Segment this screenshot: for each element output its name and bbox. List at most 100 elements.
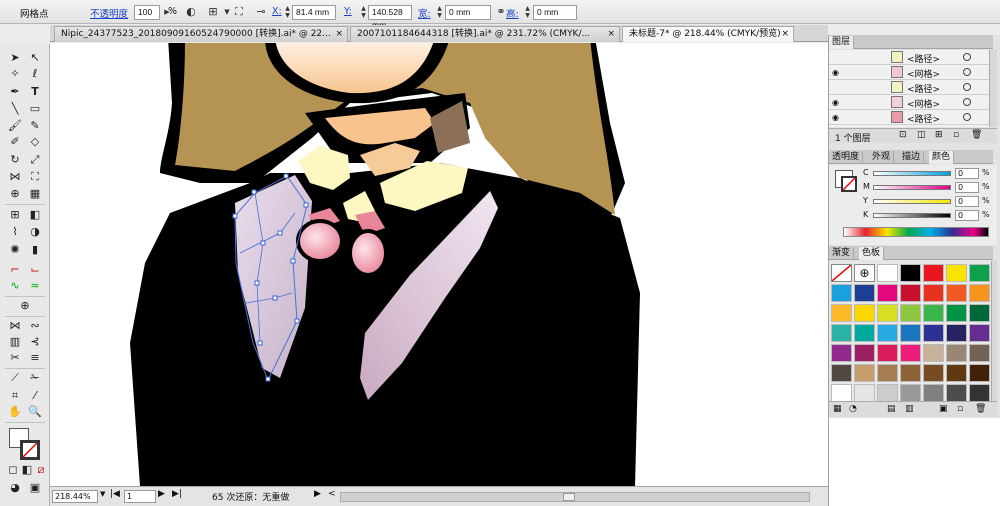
color-swatch[interactable] xyxy=(900,284,921,302)
color-swatch[interactable] xyxy=(854,344,875,362)
color-swatch[interactable] xyxy=(854,304,875,322)
none-swatch[interactable] xyxy=(831,264,852,282)
artboard-tool-icon[interactable]: ⌐ xyxy=(6,262,24,278)
new-swatch-icon[interactable]: ▫ xyxy=(957,404,963,414)
zoom-field[interactable]: 218.44% xyxy=(52,490,98,503)
scroll-left-icon[interactable]: < xyxy=(328,489,336,499)
color-swatch[interactable] xyxy=(946,284,967,302)
color-swatch[interactable] xyxy=(831,344,852,362)
x-spinner-icon[interactable]: ▲ ▼ xyxy=(284,5,291,20)
blend-tool-icon[interactable]: ◑ xyxy=(26,224,44,240)
close-icon[interactable]: × xyxy=(781,27,789,42)
perspective-grid-icon[interactable]: ▦ xyxy=(26,186,44,202)
color-swatch[interactable] xyxy=(877,384,898,402)
layer-row[interactable]: <路径> xyxy=(829,50,989,65)
color-swatch[interactable] xyxy=(877,284,898,302)
color-swatch[interactable] xyxy=(969,324,990,342)
draw-mode-icon[interactable]: ◕ xyxy=(6,480,24,496)
hand-curve-icon[interactable]: ∿ xyxy=(6,278,24,294)
column-graph-icon[interactable]: ▥ xyxy=(6,334,24,350)
new-layer-icon[interactable]: ▫ xyxy=(953,130,959,140)
magenta-input[interactable]: 0 xyxy=(955,182,979,193)
rotate-tool-icon[interactable]: ↻ xyxy=(6,152,24,168)
rectangle-tool-icon[interactable]: ▭ xyxy=(26,101,44,117)
tab-document-2[interactable]: 20071011846443​18 [转换].ai* @ 231.72% (CM… xyxy=(350,26,620,42)
color-swatch[interactable] xyxy=(877,324,898,342)
clipping-mask-icon[interactable]: ◫ xyxy=(917,130,926,140)
graph-tool-icon[interactable]: ▮ xyxy=(26,242,44,258)
color-spectrum[interactable] xyxy=(843,227,989,237)
tab-stroke[interactable]: 描边 xyxy=(899,151,925,164)
width-spinner-icon[interactable]: ▲ ▼ xyxy=(436,5,443,20)
color-swatch[interactable] xyxy=(923,304,944,322)
color-swatch[interactable] xyxy=(923,324,944,342)
measure-tool-icon[interactable]: ⟋ xyxy=(6,370,24,386)
artboard-field[interactable]: 1 xyxy=(124,490,156,503)
mesh-tool-icon[interactable]: ⊞ xyxy=(6,207,24,223)
close-icon[interactable]: × xyxy=(335,27,343,42)
tab-gradient[interactable]: 渐变 xyxy=(829,247,855,260)
color-swatch[interactable] xyxy=(923,284,944,302)
knife-tool-icon[interactable]: ✂ xyxy=(6,350,24,366)
layer-row[interactable]: ◉ <路径> xyxy=(829,110,989,125)
color-swatch[interactable] xyxy=(877,364,898,382)
show-kinds-icon[interactable]: ◔ xyxy=(849,404,857,414)
color-group-icon[interactable]: ▥ xyxy=(905,404,914,414)
color-swatch[interactable] xyxy=(969,304,990,322)
color-swatch[interactable] xyxy=(854,384,875,402)
tab-layers[interactable]: 图层 xyxy=(829,36,855,49)
tab-swatches[interactable]: 色板 xyxy=(859,247,885,260)
delete-layer-icon[interactable]: 🗑 xyxy=(971,130,982,140)
tab-color[interactable]: 颜色 xyxy=(929,151,955,164)
tab-transparency[interactable]: 透明度 xyxy=(829,151,864,164)
free-transform-icon[interactable]: ⛶ xyxy=(26,169,44,185)
anchor-convert-icon[interactable]: ⊸ xyxy=(254,5,268,19)
paintbrush-icon[interactable]: 🖌 xyxy=(6,118,24,134)
screen-mode-icon[interactable]: ▣ xyxy=(26,480,44,496)
color-swatch[interactable] xyxy=(969,344,990,362)
tab-document-3[interactable]: 未标题-7* @ 218.44% (CMYK/预览) × xyxy=(622,26,794,42)
lasso-icon[interactable]: ℓ xyxy=(26,66,44,82)
pen-tool-icon[interactable]: ✒ xyxy=(6,84,24,100)
eyedropper-icon[interactable]: ⌇ xyxy=(6,224,24,240)
width-label[interactable]: 宽: xyxy=(418,6,431,20)
crop-icon[interactable]: ⌗ xyxy=(6,388,24,404)
color-swatch[interactable] xyxy=(831,304,852,322)
color-swatch[interactable] xyxy=(969,384,990,402)
warp-tool-icon[interactable]: ∾ xyxy=(26,318,44,334)
color-swatch[interactable] xyxy=(923,384,944,402)
color-swatch[interactable] xyxy=(923,264,944,282)
color-swatch[interactable] xyxy=(946,304,967,322)
target-icon[interactable] xyxy=(963,113,971,121)
layer-row[interactable]: ◉ <网格> xyxy=(829,65,989,80)
color-swatch[interactable] xyxy=(923,344,944,362)
swatch-library-icon[interactable]: ▦ xyxy=(833,404,842,414)
target-icon[interactable] xyxy=(963,68,971,76)
next-artboard-icon[interactable]: ▶ xyxy=(158,489,165,499)
scroll-thumb[interactable] xyxy=(563,493,575,501)
new-color-group-icon[interactable]: ▣ xyxy=(939,404,948,414)
cyan-slider[interactable] xyxy=(873,171,951,176)
eraser-icon[interactable]: ◇ xyxy=(26,134,44,150)
x-label[interactable]: X: xyxy=(272,6,282,17)
color-swatch[interactable] xyxy=(831,284,852,302)
delete-swatch-icon[interactable]: 🗑 xyxy=(975,404,986,414)
opacity-input[interactable]: 100 xyxy=(134,5,160,20)
color-swatch[interactable] xyxy=(946,264,967,282)
y-spinner-icon[interactable]: ▲ ▼ xyxy=(360,5,367,20)
tab-document-1[interactable]: Nipic_24377523_20180909160524790000 [转换]… xyxy=(54,26,348,42)
target-icon[interactable] xyxy=(963,83,971,91)
stroke-swatch[interactable] xyxy=(20,440,40,460)
layer-row[interactable]: ◉ <网格> xyxy=(829,95,989,110)
crosshair-icon[interactable]: ⊕ xyxy=(16,298,34,314)
shape-builder-icon[interactable]: ⊕ xyxy=(6,186,24,202)
status-menu-icon[interactable]: ▶ xyxy=(314,489,321,499)
tab-appearance[interactable]: 外观 xyxy=(869,151,895,164)
gradient-tool-icon[interactable]: ◧ xyxy=(26,207,44,223)
new-sublayer-icon[interactable]: ⊞ xyxy=(935,130,943,140)
swatches-scrollbar[interactable] xyxy=(991,261,997,401)
type-tool-icon[interactable]: T xyxy=(26,84,44,100)
color-swatch[interactable] xyxy=(900,324,921,342)
target-icon[interactable] xyxy=(963,98,971,106)
color-swatch[interactable] xyxy=(854,324,875,342)
